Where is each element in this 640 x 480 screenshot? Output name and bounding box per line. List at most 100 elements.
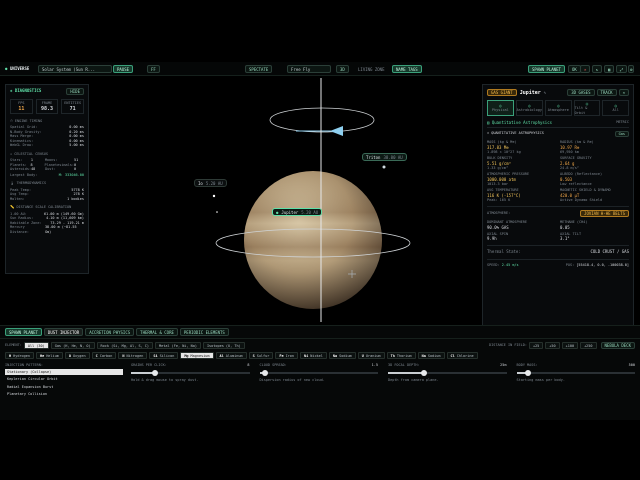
triton-label[interactable]: Triton 38.80 AU [362,153,407,161]
triton-distance: 38.80 AU [383,154,403,160]
tab-atmosphere[interactable]: ◎ Atmosphere [544,100,572,116]
slider-knob[interactable] [525,369,532,376]
console-tab-dust-injector[interactable]: DUST INJECTOR [43,328,84,336]
camera-select[interactable]: Free Fly [287,65,331,73]
element-filter[interactable]: Gas (H, He, N, O) [50,342,95,349]
small-moon[interactable] [216,211,218,213]
distance-button[interactable]: +100 [561,342,579,349]
element-chip[interactable]: Mg Magnesium [180,352,214,359]
engine-row-value: 5.00 ms [69,143,84,147]
distance-button[interactable]: +50 [545,342,560,349]
edit-icon[interactable]: ✎ [544,90,546,95]
diagnostics-panel: ◈ DIAGNOSTICS HIDE FPS 11 FRAME 98.3 ENTIT… [5,84,89,274]
element-chip[interactable]: Al Aluminum [215,352,247,359]
census-title: ✦ CELESTIAL CENSUS [10,151,48,156]
track-button[interactable]: TRACK [596,89,617,96]
settings-icon[interactable]: ⚙ [628,65,635,73]
kinematics-row: SPEED: 2.45 m/s POS: [55418.4, 0.0, -100… [487,259,629,268]
scale-title: 📏 DISTANCE SCALE CALIBRATION [10,205,72,209]
tab-all[interactable]: ◎ All [602,100,629,116]
stat-card: ATMOSPHERIC PRESSURE 1000.000 atm 1013.3 b… [487,172,556,186]
atm-card: METHANE (CH4) 0.05 [560,220,629,230]
distance-button[interactable]: +25 [528,342,544,349]
pattern-option[interactable]: Radial Expansion Burst [5,384,123,391]
stat-sub: 1013.3 bar [487,181,509,186]
atmosphere-label: ATMOSPHERE: [487,211,511,216]
pattern-option[interactable]: Planetary Collision [5,391,123,398]
jupiter-label[interactable]: ● Jupiter 5.20 AU [272,208,323,216]
pattern-option[interactable]: Keplerian Circular Orbit [5,376,123,383]
atm-card: AXIAL SPIN 9.9h [487,232,556,242]
nebula-deck-button[interactable]: NEBULA DECK [600,342,635,349]
element-chip[interactable]: Na Sodium [417,352,445,359]
element-name: Thorium [396,353,412,358]
body-name: Jupiter [519,89,541,96]
system-select[interactable]: Solar System (Sun R... [38,65,112,73]
console-tab-thermal-core[interactable]: THERMAL & CORE [136,328,178,336]
qa-mode[interactable]: METRIC [616,120,629,125]
element-chip[interactable]: He Helium [35,352,63,359]
fullscreen-icon[interactable]: ⤢ [616,65,628,73]
console-tab-periodic-elements[interactable]: PERIODIC ELEMENTS [179,328,229,336]
pattern-option[interactable]: Stationary (Collapse) [5,368,123,375]
element-chip[interactable]: S Sulfur [248,352,274,359]
io-label[interactable]: Io 5.20 AU [194,179,227,187]
fast-forward-button[interactable]: FF [147,65,160,73]
slider-knob[interactable] [420,369,427,376]
element-chip[interactable]: Fe Iron [275,352,299,359]
element-chip[interactable]: C Carbon [91,352,117,359]
grid-icon[interactable]: ▦ [604,65,615,73]
tab-tilt-orbit[interactable]: ◎ Tilt & Orbit [573,100,601,116]
close-icon[interactable]: ✕ [580,65,591,73]
element-chip[interactable]: N Nitrogen [118,352,148,359]
atm-value: 3.1° [560,236,570,241]
element-filter[interactable]: Isotopes (U, Th) [202,342,245,349]
element-chip[interactable]: Th Thorium [386,352,416,359]
io-moon[interactable] [212,194,216,198]
distance-button[interactable]: +250 [580,342,597,349]
living-zone-toggle[interactable]: LIVING ZONE [358,67,385,72]
element-chip[interactable]: H Hydrogen [5,352,34,359]
spawn-planet-button[interactable]: SPAWN PLANET [528,65,565,73]
element-chip[interactable]: U Uranium [357,352,385,359]
element-chip[interactable]: Na Sodium [328,352,356,359]
close-panel-icon[interactable]: ✕ [618,89,629,96]
hide-diagnostics-button[interactable]: HIDE [66,88,84,95]
element-chip[interactable]: Cl Chlorine [446,352,478,359]
3d-toggle[interactable]: 3D [336,65,349,73]
slider-track[interactable] [131,369,250,376]
tab-label: Astrobiology [516,108,542,113]
refresh-icon[interactable]: ↻ [592,65,603,73]
fps-value: 11 [18,105,25,112]
nebula-label: NEBULA DECK [604,343,632,348]
slider-track[interactable] [259,369,378,376]
tab-astrobiology[interactable]: ◎ Astrobiology [515,100,543,116]
pause-button[interactable]: PAUSE [113,65,134,73]
pause-label: PAUSE [117,66,130,72]
element-filter[interactable]: Rock (Si, Mg, Al, S, C) [96,342,154,349]
name-tags-toggle[interactable]: NAME TAGS [392,65,422,73]
element-filters: All (30) Gas (H, He, N, O) Rock (Si, Mg, A… [23,342,247,349]
qa-tag[interactable]: Gas [614,131,629,137]
slider-knob[interactable] [262,369,269,376]
element-chip[interactable]: Si Silicon [149,352,179,359]
triton-moon[interactable] [382,165,386,169]
slider-track[interactable] [516,369,635,376]
ok-button[interactable]: OK [568,65,581,73]
element-filter[interactable]: All (30) [23,342,49,349]
console-tab-spawn-planet[interactable]: SPAWN PLANET [5,328,42,336]
element-symbol: Mg [184,353,189,358]
slider-track[interactable] [388,369,507,376]
3d-gases-button[interactable]: 3D GASES [567,89,595,96]
slider-hint: Dispersion radius of new cloud. [259,377,325,382]
pattern-list: Stationary (Collapse) Keplerian Circular … [5,368,123,398]
console-tab-accretion-physics[interactable]: ACCRETION PHYSICS [85,328,135,336]
speed-value: 2.45 m/s [501,263,519,267]
element-chip[interactable]: O Oxygen [64,352,90,359]
element-chip[interactable]: Ni Nickel [300,352,327,359]
slider-knob[interactable] [151,369,158,376]
qa-tag-label: Gas [618,131,625,136]
spectate-button[interactable]: SPECTATE [245,65,273,73]
tab-physical[interactable]: ◎ Physical [487,100,514,116]
element-filter[interactable]: Metal (Fe, Ni, Na) [155,342,201,349]
